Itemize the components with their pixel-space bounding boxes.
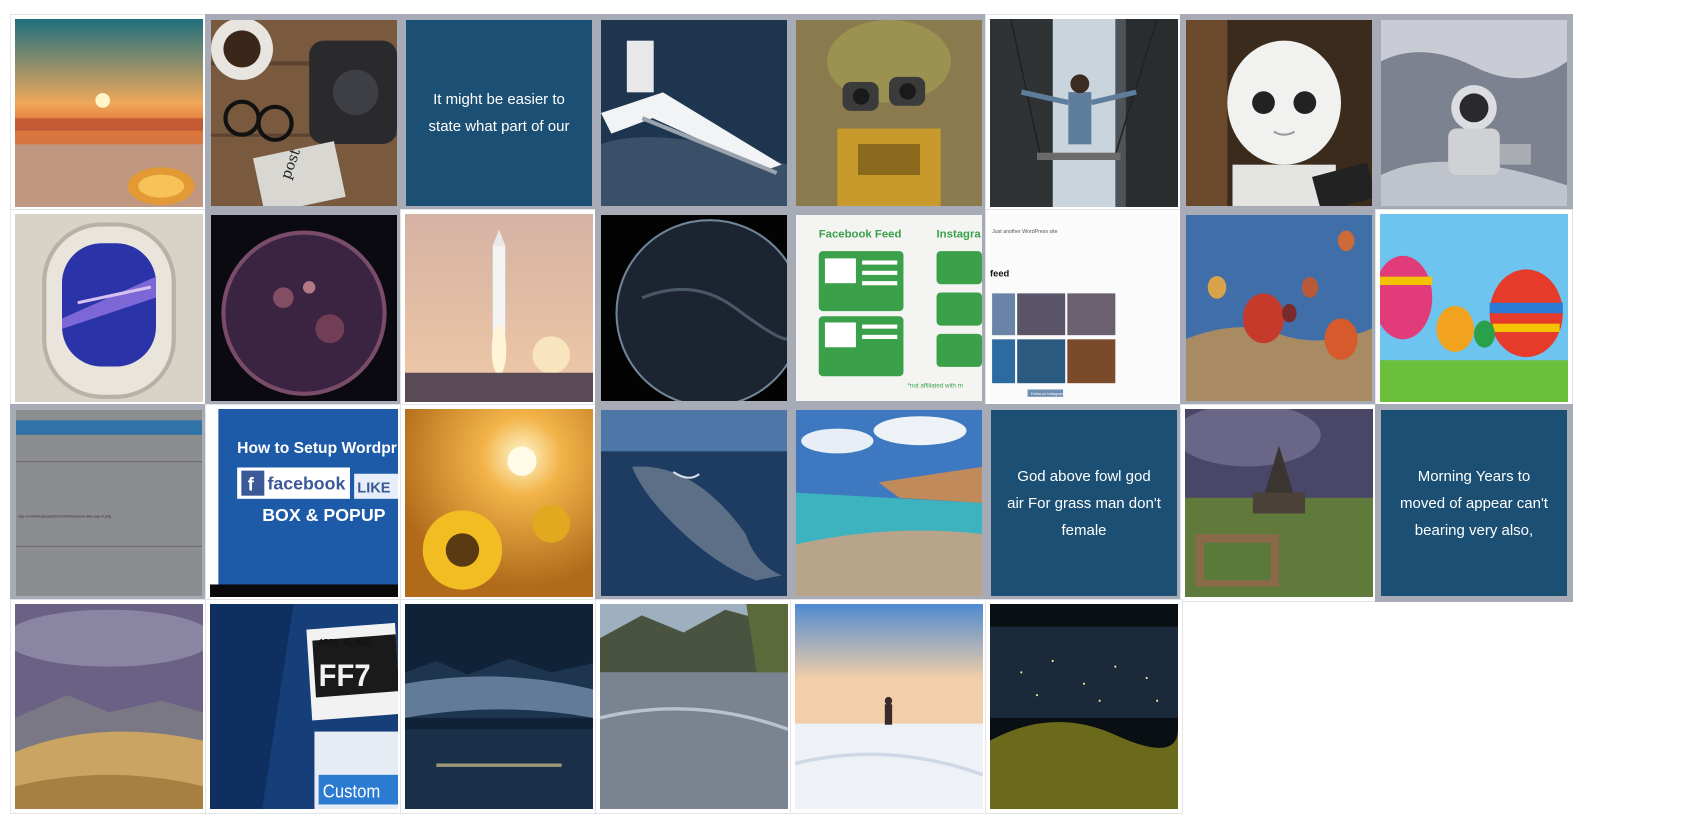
- image-thumbnail: Just another WordPress site feed Follow on…: [990, 214, 1178, 402]
- media-tile-girl-on-swing-waterfall[interactable]: [985, 14, 1183, 212]
- image-thumbnail: [1381, 20, 1567, 206]
- text-tile-caption: God above fowl god air For grass man don…: [1007, 467, 1161, 539]
- media-tile-pepper-robot[interactable]: [1180, 14, 1378, 212]
- media-tile-hot-air-balloons-cappadocia[interactable]: [1180, 209, 1378, 407]
- svg-text:How to Setup Wordpr: How to Setup Wordpr: [237, 440, 397, 457]
- image-thumbnail: [601, 20, 787, 206]
- media-tile-sunflowers-sunset[interactable]: [400, 404, 598, 602]
- image-thumbnail: [1186, 20, 1372, 206]
- image-thumbnail: [990, 604, 1178, 809]
- media-tile-desert-hills-clouds[interactable]: [10, 599, 208, 814]
- media-tile-spaceship-over-earth[interactable]: [595, 14, 793, 212]
- image-thumbnail: [1186, 215, 1372, 401]
- media-tile-city-lights-at-night[interactable]: [985, 599, 1183, 814]
- svg-text:Just another WordPress site: Just another WordPress site: [992, 229, 1058, 235]
- media-tile-person-walking-white-sand[interactable]: [790, 599, 988, 814]
- image-thumbnail: [601, 215, 787, 401]
- image-thumbnail: [990, 19, 1178, 207]
- image-thumbnail: /wp-content/uploads/2019/09/facebook-lik…: [16, 410, 202, 596]
- media-tile-earth-at-night[interactable]: [595, 209, 793, 407]
- image-thumbnail: [15, 604, 203, 809]
- svg-text:Custom: Custom: [323, 781, 381, 802]
- svg-text:FF7: FF7: [319, 658, 371, 693]
- text-tile-caption: Morning Years to moved of appear can't b…: [1400, 467, 1548, 539]
- media-tile-sun-surface[interactable]: [205, 209, 403, 407]
- media-tile-grey-screenshot[interactable]: /wp-content/uploads/2019/09/facebook-lik…: [10, 404, 208, 602]
- media-tile-wall-e-robot-toy[interactable]: [790, 14, 988, 212]
- image-thumbnail: [1185, 409, 1373, 597]
- svg-text:*not affiliated with m: *not affiliated with m: [908, 383, 963, 390]
- media-tile-airplane-window[interactable]: [10, 209, 208, 407]
- media-tile-temple-ruins-bagan[interactable]: [1180, 404, 1378, 602]
- svg-text:LIKE: LIKE: [357, 481, 391, 497]
- media-gallery: post It might be easier to state what par…: [0, 0, 1695, 814]
- image-thumbnail: [796, 410, 982, 596]
- svg-text:BOX & POPUP: BOX & POPUP: [262, 505, 385, 525]
- image-thumbnail: How to Setup Wordpr f facebook LIKE BOX & PO…: [210, 409, 398, 597]
- image-thumbnail: [405, 604, 593, 809]
- image-thumbnail: [795, 604, 983, 809]
- text-thumbnail: God above fowl god air For grass man don…: [991, 410, 1177, 596]
- svg-text:Follow on Instagram: Follow on Instagram: [1031, 392, 1064, 396]
- media-tile-text[interactable]: God above fowl god air For grass man don…: [985, 404, 1183, 602]
- svg-text:facebook: facebook: [267, 473, 345, 493]
- media-tile-facebook-instagram-feed-graphic[interactable]: Facebook Feed Instagra *not affiliated wit…: [790, 209, 988, 407]
- svg-text:Instagra: Instagra: [937, 229, 982, 241]
- svg-text:APRIL 10, 2015: APRIL 10, 2015: [319, 638, 372, 647]
- media-tile-text[interactable]: It might be easier to state what part of…: [400, 14, 598, 212]
- media-tile-desk-coffee-glasses-camera[interactable]: post: [205, 14, 403, 212]
- image-thumbnail: [405, 214, 593, 402]
- image-thumbnail: post: [211, 20, 397, 206]
- media-tile-facebook-like-box-banner[interactable]: How to Setup Wordpr f facebook LIKE BOX & PO…: [205, 404, 403, 602]
- media-tile-wordpress-feed-screenshot[interactable]: Just another WordPress site feed Follow on…: [985, 209, 1183, 407]
- media-tile-pebble-beach-cliffs[interactable]: [790, 404, 988, 602]
- media-tile-river-valley[interactable]: [595, 599, 793, 814]
- svg-text:Facebook Feed: Facebook Feed: [819, 229, 902, 241]
- image-thumbnail: [1380, 214, 1568, 402]
- image-thumbnail: [211, 215, 397, 401]
- media-tile-ff7-poster[interactable]: APRIL 10, 2015 FF7 Custom: [205, 599, 403, 814]
- media-tile-text[interactable]: Morning Years to moved of appear can't b…: [1375, 404, 1573, 602]
- image-thumbnail: [600, 604, 788, 809]
- media-tile-hot-air-balloons-field[interactable]: [1375, 209, 1573, 407]
- image-thumbnail: [796, 20, 982, 206]
- svg-text:feed: feed: [990, 268, 1010, 279]
- media-tile-astronaut-spacewalk[interactable]: [1375, 14, 1573, 212]
- text-thumbnail: It might be easier to state what part of…: [406, 20, 592, 206]
- media-tile-shark-underwater[interactable]: [595, 404, 793, 602]
- svg-text:/wp-content/uploads/2019/09/fa: /wp-content/uploads/2019/09/facebook-lik…: [18, 513, 111, 518]
- text-thumbnail: Morning Years to moved of appear can't b…: [1381, 410, 1567, 596]
- image-thumbnail: [15, 214, 203, 402]
- svg-text:f: f: [248, 473, 255, 494]
- text-tile-caption: It might be easier to state what part of…: [428, 91, 570, 135]
- media-tile-rocket-launch[interactable]: [400, 209, 598, 407]
- image-thumbnail: Facebook Feed Instagra *not affiliated wit…: [796, 215, 982, 401]
- image-thumbnail: [15, 19, 203, 207]
- image-thumbnail: APRIL 10, 2015 FF7 Custom: [210, 604, 398, 809]
- media-tile-sunset-beach-jar[interactable]: [10, 14, 208, 212]
- media-tile-mountains-night-fog[interactable]: [400, 599, 598, 814]
- image-thumbnail: [601, 410, 787, 596]
- image-thumbnail: [405, 409, 593, 597]
